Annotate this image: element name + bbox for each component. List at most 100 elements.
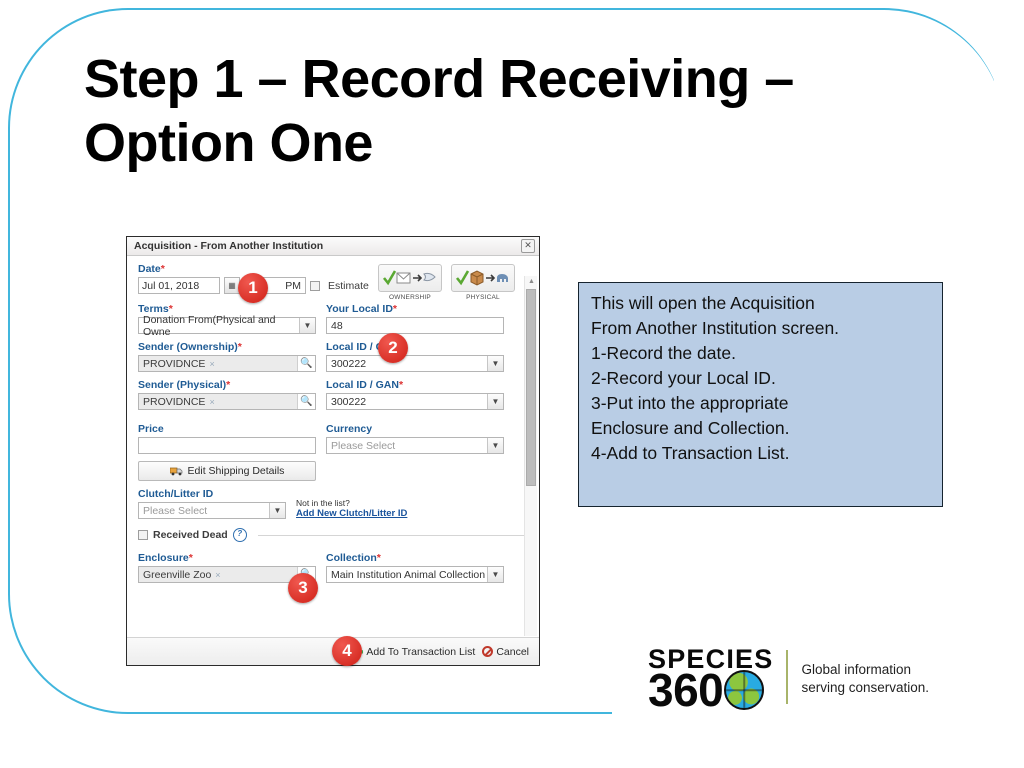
chevron-down-icon[interactable]: ▼	[299, 318, 315, 333]
logo-360-row: 360	[648, 664, 773, 717]
sender-ownership-input[interactable]: PROVIDNCE × 🔍	[138, 355, 316, 372]
gan-ownership-label: Local ID / GAN*	[326, 341, 403, 353]
close-icon[interactable]: ✕	[521, 239, 535, 253]
currency-group: Currency Please Select ▼	[326, 423, 504, 454]
sender-ownership-label: Sender (Ownership)*	[138, 341, 242, 353]
local-id-field-group: Your Local ID* 48	[326, 303, 504, 334]
price-currency-row: Price Currency Please Select ▼	[138, 423, 529, 454]
terms-select[interactable]: Donation From(Physical and Owne ▼	[138, 314, 316, 338]
enclosure-label: Enclosure*	[138, 552, 193, 564]
gan-physical-select[interactable]: 300222 ▼	[326, 393, 504, 410]
terms-value: Donation From(Physical and Owne	[143, 313, 276, 338]
clear-icon[interactable]: ×	[209, 359, 214, 369]
date-input[interactable]: Jul 01, 2018	[138, 277, 220, 294]
clutch-litter-value: Please Select	[143, 504, 208, 517]
add-to-transaction-list-label: Add To Transaction List	[366, 645, 476, 658]
received-dead-row: Received Dead ?	[138, 528, 529, 542]
edit-shipping-details-button[interactable]: Edit Shipping Details	[138, 461, 316, 481]
edit-shipping-label: Edit Shipping Details	[187, 465, 285, 477]
dialog-title: Acquisition - From Another Institution	[134, 240, 324, 252]
sender-ownership-row: Sender (Ownership)* PROVIDNCE × 🔍 Local …	[138, 341, 529, 372]
local-id-input[interactable]: 48	[326, 317, 504, 334]
physical-transfer-button[interactable]	[451, 264, 515, 292]
acquisition-dialog: Acquisition - From Another Institution ✕…	[126, 236, 540, 666]
ownership-transfer-icon	[382, 270, 436, 286]
logo-wordmark: SPECIES 360	[648, 645, 773, 717]
chevron-down-icon[interactable]: ▼	[487, 567, 503, 582]
gan-ownership-select[interactable]: 300222 ▼	[326, 355, 504, 372]
estimate-label: Estimate	[328, 279, 369, 292]
callout-line: 4-Add to Transaction List.	[591, 443, 790, 464]
sender-physical-label: Sender (Physical)*	[138, 379, 231, 391]
physical-button-wrap: PHYSICAL	[451, 264, 515, 301]
estimate-checkbox[interactable]	[310, 280, 320, 291]
cancel-button[interactable]: Cancel	[482, 646, 529, 658]
physical-caption: PHYSICAL	[466, 294, 500, 301]
currency-label: Currency	[326, 423, 373, 435]
callout-line: From Another Institution screen.	[591, 318, 840, 339]
chevron-down-icon[interactable]: ▼	[487, 438, 503, 453]
chevron-down-icon[interactable]: ▼	[487, 394, 503, 409]
sender-physical-row: Sender (Physical)* PROVIDNCE × 🔍 Local I…	[138, 379, 529, 410]
dialog-scrollbar[interactable]: ▲ ▼	[524, 276, 537, 636]
sender-physical-group: Sender (Physical)* PROVIDNCE × 🔍	[138, 379, 316, 410]
sender-physical-input[interactable]: PROVIDNCE × 🔍	[138, 393, 316, 410]
collection-value: Main Institution Animal Collection	[331, 568, 485, 581]
physical-transfer-icon	[455, 270, 508, 286]
clear-icon[interactable]: ×	[215, 570, 220, 580]
received-dead-label: Received Dead	[153, 529, 228, 541]
instructions-callout: This will open the Acquisition From Anot…	[578, 282, 943, 507]
not-in-list-text: Not in the list?	[296, 498, 350, 508]
enclosure-value: Greenville Zoo	[143, 568, 212, 581]
add-new-clutch-litter-link[interactable]: Add New Clutch/Litter ID	[296, 508, 407, 519]
chevron-down-icon[interactable]: ▼	[269, 503, 285, 518]
help-question-icon[interactable]: ?	[232, 528, 247, 542]
terms-field-group: Terms* Donation From(Physical and Owne ▼	[138, 303, 316, 338]
collection-group: Collection* Main Institution Animal Coll…	[326, 552, 504, 583]
local-id-label: Your Local ID*	[326, 303, 397, 315]
gan-physical-label: Local ID / GAN*	[326, 379, 404, 391]
ownership-caption: OWNERSHIP	[389, 294, 431, 301]
add-to-transaction-list-button[interactable]: ✚ Add To Transaction List	[352, 645, 476, 659]
dialog-body: Date* Jul 01, 2018 ▦ PM Estimate OWNERSH…	[127, 256, 539, 636]
sender-ownership-value: PROVIDNCE	[143, 357, 206, 370]
sender-physical-value: PROVIDNCE	[143, 395, 206, 408]
currency-select[interactable]: Please Select ▼	[326, 437, 504, 454]
chevron-down-icon[interactable]: ▼	[487, 356, 503, 371]
price-input[interactable]	[138, 437, 316, 454]
ownership-button-wrap: OWNERSHIP	[378, 264, 442, 301]
logo-tagline: Global information serving conservation.	[801, 661, 929, 697]
logo-360-text: 360	[648, 664, 724, 717]
step-badge-4: 4	[332, 636, 362, 666]
currency-value: Please Select	[331, 439, 396, 452]
callout-line: 3-Put into the appropriate	[591, 393, 789, 414]
step-badge-2: 2	[378, 333, 408, 363]
received-dead-checkbox[interactable]	[138, 530, 148, 540]
terms-localid-row: Terms* Donation From(Physical and Owne ▼…	[138, 303, 529, 338]
sender-ownership-group: Sender (Ownership)* PROVIDNCE × 🔍	[138, 341, 316, 372]
ownership-transfer-button[interactable]	[378, 264, 442, 292]
transfer-type-buttons: OWNERSHIP PHYSICAL	[378, 264, 515, 301]
clutch-litter-select[interactable]: Please Select ▼	[138, 502, 286, 519]
price-group: Price	[138, 423, 316, 454]
callout-line: Enclosure and Collection.	[591, 418, 790, 439]
divider	[786, 650, 789, 705]
scrollbar-thumb[interactable]	[526, 289, 536, 486]
divider	[257, 534, 529, 536]
species360-logo: SPECIES 360 Global information serving c…	[648, 645, 929, 717]
collection-select[interactable]: Main Institution Animal Collection ▼	[326, 566, 504, 583]
search-icon[interactable]: 🔍	[297, 394, 315, 409]
gan-physical-value: 300222	[331, 395, 367, 408]
truck-icon	[169, 467, 182, 476]
callout-line: This will open the Acquisition	[591, 293, 815, 313]
clear-icon[interactable]: ×	[209, 397, 214, 407]
gan-ownership-group: Local ID / GAN* 300222 ▼	[326, 341, 504, 372]
clutch-litter-addnew-block: Not in the list? Add New Clutch/Litter I…	[296, 498, 407, 519]
step-badge-1: 1	[238, 273, 268, 303]
collection-label: Collection*	[326, 552, 381, 564]
search-icon[interactable]: 🔍	[297, 356, 315, 371]
page-title: Step 1 – Record Receiving – Option One	[84, 49, 794, 173]
scroll-up-arrow-icon[interactable]: ▲	[525, 276, 538, 288]
logo-tagline-line2: serving conservation.	[801, 680, 930, 696]
step-badge-3: 3	[288, 573, 318, 603]
